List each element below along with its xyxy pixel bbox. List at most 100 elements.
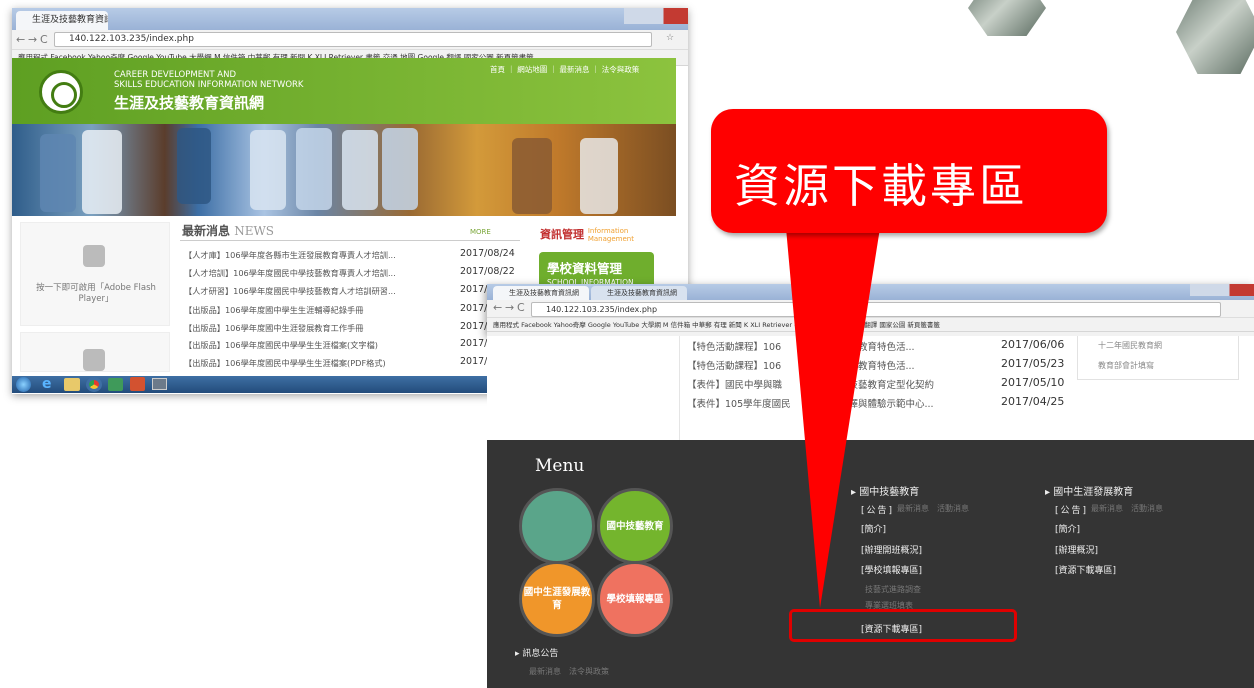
site-footer: Menu 國中技藝教育 國中生涯發展教育 學校填報專區 ▸ 國中技藝教育 [公告… — [487, 440, 1254, 688]
bottom-heading[interactable]: ▸ 訊息公告 — [515, 646, 558, 659]
info-label-zh: 資訊管理 — [540, 228, 584, 241]
news-date: 2017/ — [460, 303, 488, 314]
menu-title: Menu — [535, 456, 585, 476]
ie-icon[interactable]: e — [42, 377, 52, 392]
side-panel: 十二年國民教育網 教育部會計填寫 — [1077, 336, 1239, 380]
news-date: 2017/08/22 — [460, 266, 515, 277]
powerpoint-icon[interactable] — [130, 377, 145, 391]
news-title: 最新消息 NEWS — [182, 222, 274, 239]
col1-announce-sub[interactable]: 最新消息 活動消息 — [897, 503, 969, 514]
bottom-heading-label: 訊息公告 — [522, 649, 559, 659]
title-bar: 生涯及技藝教育資訊網 生涯及技藝教育資訊網 — [487, 284, 1254, 300]
col2-link[interactable]: [資源下載專區] — [1055, 563, 1116, 576]
col1-link[interactable]: [簡介] — [861, 522, 886, 535]
back-icon[interactable]: ← — [16, 33, 25, 46]
list-item[interactable]: 【特色活動課程】106 — [687, 358, 781, 372]
col2-announce[interactable]: [公告] — [1055, 503, 1088, 516]
info-label-en: Information Management — [587, 227, 634, 243]
browser-window-2: 生涯及技藝教育資訊網 生涯及技藝教育資訊網 ← → C 140.122.103.… — [487, 284, 1254, 336]
puzzle-icon — [83, 349, 105, 371]
list-item-tail[interactable]: 發展教育特色活... — [839, 358, 915, 372]
news-title-en: NEWS — [234, 224, 275, 238]
news-more-link[interactable]: MORE — [470, 228, 491, 236]
school-button-label: 學校資料管理 — [547, 261, 623, 276]
callout-text: 資源下載專區 — [734, 159, 1028, 213]
star-icon[interactable]: ☆ — [666, 33, 674, 43]
top-nav[interactable]: 首頁 ｜ 網站地圖 ｜ 最新消息 ｜ 法令與政策 — [490, 64, 639, 75]
col2-heading[interactable]: ▸ 國中生涯發展教育 — [1045, 483, 1133, 498]
site-logo — [39, 70, 83, 114]
side-link[interactable]: 十二年國民教育網 — [1098, 340, 1162, 351]
address-bar[interactable]: 140.122.103.235/index.php — [531, 302, 1221, 317]
col1-link[interactable]: [辦理開班概況] — [861, 543, 922, 556]
menu-circle-skills[interactable]: 國中技藝教育 — [597, 488, 673, 564]
news-date: 2017/05/10 — [1001, 376, 1065, 389]
list-item[interactable]: 【出版品】106學年度國中學生生涯輔導紀錄手冊 — [184, 304, 363, 316]
chrome-icon[interactable] — [86, 377, 102, 392]
col1-heading[interactable]: ▸ 國中技藝教育 — [851, 483, 919, 498]
site-title-en-2: SKILLS EDUCATION INFORMATION NETWORK — [114, 80, 304, 90]
hero-banner — [12, 124, 676, 216]
news-date: 2017/ — [460, 321, 488, 332]
folder-icon[interactable] — [64, 378, 80, 391]
col1-announce[interactable]: [公告] — [861, 503, 894, 516]
app-icon[interactable] — [108, 378, 123, 391]
news-date: 2017/05/23 — [1001, 357, 1065, 370]
start-button[interactable] — [16, 377, 31, 392]
list-item[interactable]: 【表件】105學年度國民 — [687, 396, 791, 410]
flash-text[interactable]: 按一下即可啟用「Adobe Flash Player」 — [31, 283, 161, 305]
puzzle-icon — [83, 245, 105, 267]
bottom-sublinks[interactable]: 最新消息 法令與政策 — [529, 666, 609, 677]
window-icon[interactable] — [152, 378, 167, 390]
menu-circle-career[interactable]: 國中生涯發展教育 — [519, 561, 595, 637]
list-item-tail[interactable]: 選擇與體驗示範中心... — [839, 396, 934, 410]
decorative-hexagon — [1176, 0, 1254, 74]
bookmarks-bar[interactable]: 應用程式 Facebook Yahoo奇摩 Google YouTube 大學網… — [487, 318, 1254, 332]
list-item-tail[interactable]: 課技藝教育定型化契約 — [839, 377, 934, 391]
forward-icon[interactable]: → — [28, 33, 37, 46]
title-bar: 生涯及技藝教育資訊網 — [12, 8, 688, 30]
col2-heading-label: 國中生涯發展教育 — [1053, 487, 1134, 498]
news-date: 2017/08/24 — [460, 248, 515, 259]
col2-link[interactable]: [辦理概況] — [1055, 543, 1098, 556]
list-item[interactable]: 【出版品】106學年度國民中學學生生涯檔案(文字檔) — [184, 339, 378, 351]
site-title-zh: 生涯及技藝教育資訊網 — [114, 94, 265, 112]
address-bar[interactable]: 140.122.103.235/index.php — [54, 32, 652, 47]
address-row: ← → C 140.122.103.235/index.php ☆ — [12, 30, 688, 50]
window-controls[interactable] — [624, 8, 688, 24]
col2-link[interactable]: [簡介] — [1055, 522, 1080, 535]
site-header: CAREER DEVELOPMENT AND SKILLS EDUCATION … — [12, 58, 676, 124]
side-link[interactable]: 教育部會計填寫 — [1098, 360, 1154, 371]
reload-icon[interactable]: C — [40, 33, 48, 46]
col1-sublink[interactable]: 技藝式進路調查 — [865, 584, 921, 595]
list-item[interactable]: 【出版品】106學年度國中生涯發展教育工作手冊 — [184, 322, 363, 334]
back-icon[interactable]: ← — [493, 301, 502, 314]
window-controls[interactable] — [1190, 284, 1254, 296]
list-item[interactable]: 【出版品】106學年度國民中學學生生涯檔案(PDF格式) — [184, 357, 386, 369]
col2-announce-sub[interactable]: 最新消息 活動消息 — [1091, 503, 1163, 514]
site-content-2: 【特色活動課程】106 發展教育特色活... 2017/06/06 【特色活動課… — [487, 336, 1254, 440]
list-item[interactable]: 【人才庫】106學年度各縣市生涯發展教育專責人才培訓... — [184, 249, 396, 261]
flash-placeholder[interactable]: 按一下即可啟用「Adobe Flash Player」 — [20, 222, 170, 326]
flash-placeholder-2[interactable] — [20, 332, 170, 372]
news-date: 2017/04/25 — [1001, 395, 1065, 408]
list-item[interactable]: 【人才研習】106學年度國民中學技藝教育人才培訓研習... — [184, 285, 396, 297]
news-title-zh: 最新消息 — [182, 224, 231, 238]
list-item[interactable]: 【表件】國民中學與職 — [687, 377, 782, 391]
col1-heading-label: 國中技藝教育 — [859, 487, 920, 498]
list-item[interactable]: 【特色活動課程】106 — [687, 339, 781, 353]
col1-link[interactable]: [學校填報專區] — [861, 563, 922, 576]
news-date: 2017/ — [460, 356, 488, 367]
forward-icon[interactable]: → — [505, 301, 514, 314]
browser-tab[interactable]: 生涯及技藝教育資訊網 — [16, 11, 108, 30]
browser-tab-2[interactable]: 生涯及技藝教育資訊網 — [591, 286, 687, 300]
menu-circle-teal[interactable] — [519, 488, 595, 564]
reload-icon[interactable]: C — [517, 301, 525, 314]
list-item[interactable]: 【人才培訓】106學年度國民中學技藝教育專責人才培訓... — [184, 267, 396, 279]
highlight-box — [789, 609, 1017, 642]
browser-tab[interactable]: 生涯及技藝教育資訊網 — [493, 286, 589, 300]
site-title-en-1: CAREER DEVELOPMENT AND — [114, 70, 237, 80]
menu-circle-school[interactable]: 學校填報專區 — [597, 561, 673, 637]
news-date: 2017/06/06 — [1001, 338, 1065, 351]
list-item-tail[interactable]: 發展教育特色活... — [839, 339, 915, 353]
